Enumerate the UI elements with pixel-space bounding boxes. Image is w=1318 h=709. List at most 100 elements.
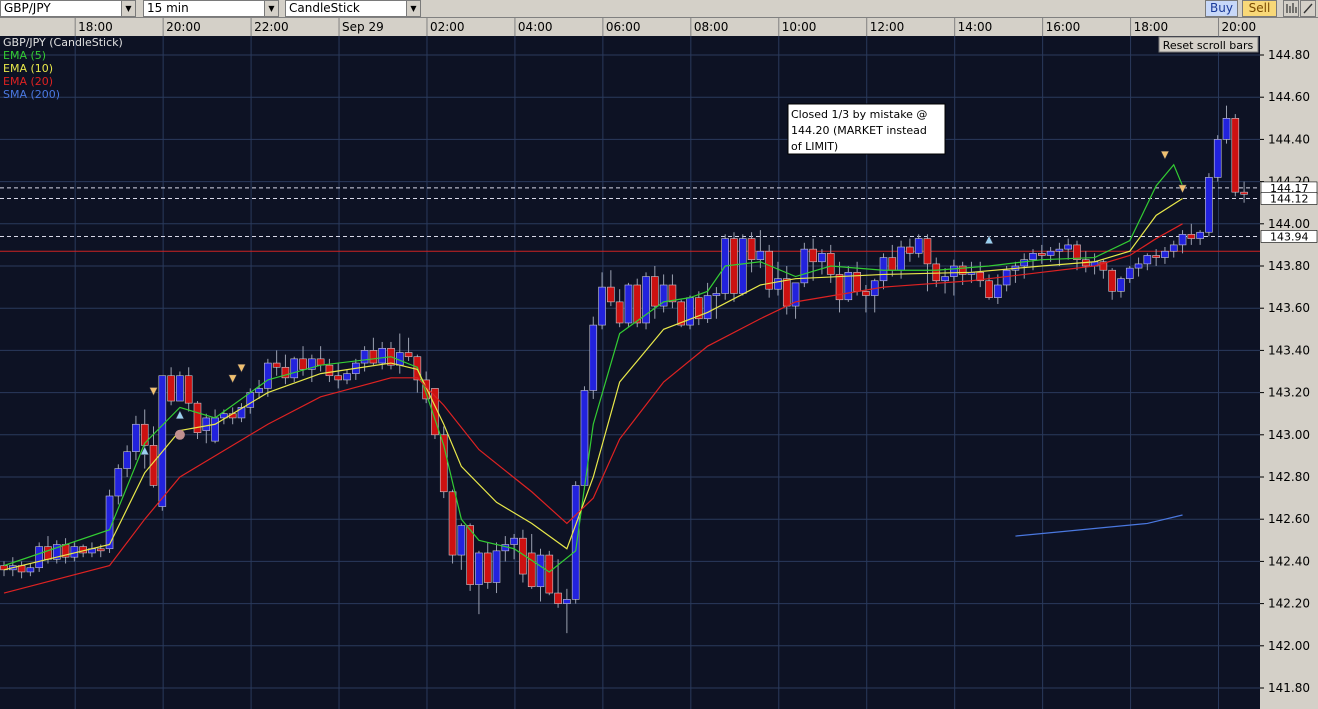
- candle-body: [202, 417, 211, 431]
- price-tick-label: 144.40: [1268, 132, 1310, 146]
- symbol-value: GBP/JPY: [4, 1, 51, 15]
- pencil-icon[interactable]: [1300, 0, 1316, 17]
- candle-body: [483, 552, 492, 583]
- time-tick-label: Sep 29: [342, 20, 384, 34]
- candle-body: [255, 388, 263, 393]
- price-label-text: 144.12: [1270, 192, 1309, 205]
- candle-body: [123, 451, 131, 469]
- chart-type-select[interactable]: CandleStick ▼: [285, 0, 421, 17]
- price-tick-label: 144.60: [1268, 90, 1310, 104]
- candle-body: [879, 257, 888, 282]
- candle-body: [897, 246, 905, 271]
- price-tick-label: 143.80: [1268, 259, 1310, 273]
- bars-icon[interactable]: [1283, 0, 1299, 17]
- bars-icon-glyph: [1286, 3, 1297, 13]
- candle-body: [589, 324, 598, 391]
- reset-scroll-bars-button[interactable]: Reset scroll bars: [1158, 36, 1259, 53]
- candle-body: [835, 274, 844, 301]
- candle-body: [985, 280, 993, 298]
- annotation-note[interactable]: Closed 1/3 by mistake @ 144.20 (MARKET i…: [787, 103, 946, 155]
- candle-body: [941, 276, 949, 282]
- legend-item: EMA (10): [3, 62, 53, 75]
- candle-body: [756, 250, 765, 260]
- candle-body: [906, 246, 914, 254]
- candle-body: [1029, 253, 1037, 260]
- candle-body: [26, 567, 35, 573]
- candle-body: [343, 373, 351, 381]
- legend-title: GBP/JPY (CandleStick): [3, 36, 123, 49]
- timeframe-select[interactable]: 15 min ▼: [143, 0, 279, 17]
- price-tick-label: 143.20: [1268, 386, 1310, 400]
- marker-dot-icon: [174, 429, 185, 440]
- time-tick-label: 06:00: [606, 20, 641, 34]
- buy-button[interactable]: Buy: [1205, 0, 1238, 17]
- price-label-text: 143.94: [1270, 230, 1309, 243]
- candle-body: [1064, 244, 1072, 250]
- candle-body: [360, 350, 369, 364]
- price-tick-label: 143.40: [1268, 343, 1310, 357]
- candle-body: [950, 265, 958, 277]
- time-tick-label: 14:00: [958, 20, 993, 34]
- pencil-icon-glyph: [1303, 3, 1313, 14]
- candle-body: [325, 364, 334, 377]
- candle-body: [923, 238, 932, 265]
- candle-body: [818, 253, 826, 263]
- candle-body: [457, 525, 466, 556]
- candle-body: [272, 362, 281, 368]
- candle-body: [167, 375, 175, 402]
- price-tick-label: 142.80: [1268, 470, 1310, 484]
- reset-button-label: Reset scroll bars: [1163, 39, 1254, 52]
- candle-body: [932, 263, 941, 282]
- candle-body: [299, 358, 307, 370]
- candle-body: [615, 301, 624, 324]
- candle-body: [1002, 269, 1011, 286]
- candle-body: [1073, 244, 1081, 260]
- candle-body: [378, 347, 386, 364]
- candle-body: [44, 546, 52, 560]
- chevron-down-icon[interactable]: ▼: [121, 1, 135, 16]
- price-tick-label: 141.80: [1268, 681, 1310, 695]
- candle-body: [1161, 250, 1169, 258]
- candle-body: [492, 550, 501, 583]
- candle-body: [1178, 234, 1187, 246]
- time-tick-label: 16:00: [1046, 20, 1081, 34]
- price-tick-label: 142.20: [1268, 597, 1310, 611]
- candle-body: [466, 525, 474, 585]
- candle-body: [1143, 255, 1152, 265]
- annotation-line-3: of LIMIT): [791, 140, 838, 153]
- legend-item: EMA (20): [3, 75, 53, 88]
- candle-body: [668, 284, 677, 303]
- candle-body: [545, 554, 554, 594]
- candle-body: [730, 238, 738, 294]
- candle-body: [914, 238, 923, 254]
- candle-body: [334, 375, 343, 381]
- sell-button[interactable]: Sell: [1242, 0, 1277, 17]
- chevron-down-icon[interactable]: ▼: [406, 1, 420, 16]
- candle-body: [35, 546, 43, 569]
- candle-body: [448, 491, 457, 556]
- candle-body: [994, 284, 1002, 298]
- candle-body: [598, 286, 606, 326]
- annotation-line-1: Closed 1/3 by mistake @: [791, 108, 927, 121]
- symbol-select[interactable]: GBP/JPY ▼: [0, 0, 136, 17]
- time-tick-label: 22:00: [254, 20, 289, 34]
- candle-body: [712, 293, 721, 296]
- candle-body: [1213, 139, 1222, 178]
- candle-body: [703, 295, 712, 320]
- chevron-down-icon[interactable]: ▼: [264, 1, 278, 16]
- candle-body: [554, 592, 562, 604]
- candle-body: [633, 284, 642, 324]
- time-tick-label: 04:00: [518, 20, 553, 34]
- price-tick-label: 142.40: [1268, 554, 1310, 568]
- legend-item: EMA (5): [3, 49, 46, 62]
- candle-body: [140, 423, 149, 446]
- candlestick-chart[interactable]: 18:00 20:00 22:00 Sep 29 02:00 04:00 06:00 08:0…: [0, 18, 1318, 709]
- candle-body: [1020, 259, 1029, 267]
- candle-body: [782, 278, 791, 307]
- candle-body: [738, 238, 747, 294]
- time-tick-label: 18:00: [1134, 20, 1169, 34]
- candle-body: [747, 238, 756, 260]
- candle-body: [184, 375, 193, 404]
- chart-type-value: CandleStick: [289, 1, 360, 15]
- candle-body: [510, 537, 518, 545]
